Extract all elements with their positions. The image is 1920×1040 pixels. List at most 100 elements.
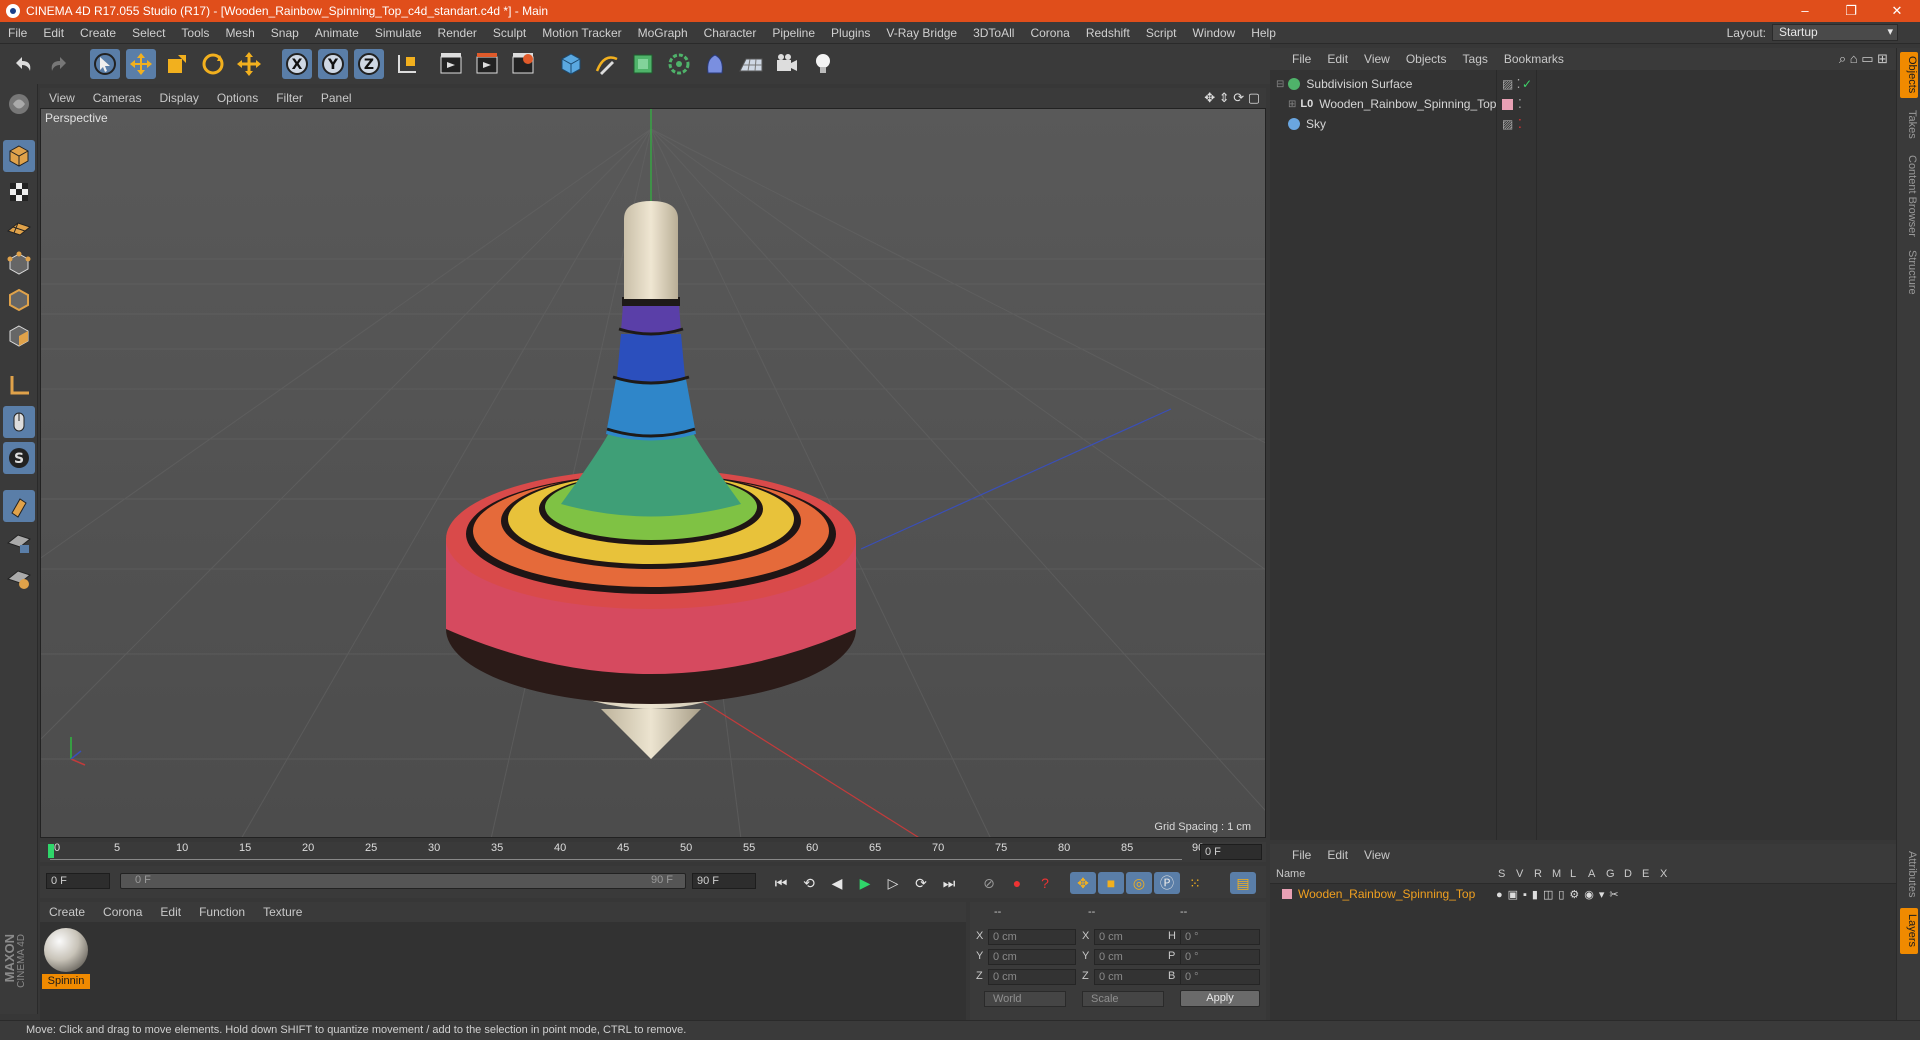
material-menu-corona[interactable]: Corona [94,905,151,919]
z-axis-lock-icon[interactable]: Z [354,49,384,79]
live-selection-icon[interactable] [90,49,120,79]
material-menu-create[interactable]: Create [40,905,94,919]
camera-object-icon[interactable] [772,49,802,79]
menu-pipeline[interactable]: Pipeline [764,26,823,40]
spline-pen-icon[interactable] [592,49,622,79]
viewport-menu-view[interactable]: View [40,91,84,105]
minimize-button[interactable]: – [1782,0,1828,22]
planar-workplane-icon[interactable] [3,562,35,594]
rotation-h-field[interactable]: 0 ° [1180,929,1260,945]
om-menu-file[interactable]: File [1270,52,1319,66]
goto-end-icon[interactable]: ⏭ [936,872,962,894]
coordinate-system-icon[interactable] [392,49,422,79]
cube-object-icon[interactable] [556,49,586,79]
model-mode-icon[interactable] [3,140,35,172]
key-rotation-icon[interactable]: ◎ [1126,872,1152,894]
timeline-window-icon[interactable]: ▤ [1230,872,1256,894]
viewport-menu-panel[interactable]: Panel [312,91,361,105]
tab-layers[interactable]: Layers [1900,908,1918,954]
polygons-mode-icon[interactable] [3,320,35,352]
menu-create[interactable]: Create [72,26,124,40]
om-menu-bookmarks[interactable]: Bookmarks [1496,52,1572,66]
material-preview-swatch[interactable] [44,928,88,972]
points-mode-icon[interactable] [3,248,35,280]
snapping-icon[interactable]: S [3,442,35,474]
tweak-mode-icon[interactable] [3,406,35,438]
close-button[interactable]: ✕ [1874,0,1920,22]
tab-takes[interactable]: Takes [1900,104,1918,144]
menu-tools[interactable]: Tools [173,26,217,40]
magnet-icon[interactable] [3,490,35,522]
visibility-toggle-icon[interactable]: ▨ [1502,117,1513,131]
next-key-icon[interactable]: ⟳ [908,872,934,894]
key-scale-icon[interactable]: ■ [1098,872,1124,894]
viewport-menu-options[interactable]: Options [208,91,267,105]
3d-viewport[interactable]: Perspective Grid Spacing : 1 cm [40,108,1266,838]
menu-redshift[interactable]: Redshift [1078,26,1138,40]
layer-color-swatch[interactable] [1282,889,1292,899]
texture-mode-icon[interactable] [3,176,35,208]
viewport-nav-icons[interactable]: ✥ ⇕ ⟳ ▢ [1204,90,1260,106]
floor-object-icon[interactable] [736,49,766,79]
material-menu-edit[interactable]: Edit [151,905,190,919]
rotation-b-field[interactable]: 0 ° [1180,969,1260,985]
viewport-menu-display[interactable]: Display [150,91,207,105]
position-z-field[interactable]: 0 cm [988,969,1076,985]
deformer-icon[interactable] [700,49,730,79]
menu-snap[interactable]: Snap [263,26,307,40]
menu-select[interactable]: Select [124,26,173,40]
position-x-field[interactable]: 0 cm [988,929,1076,945]
viewport-menu-filter[interactable]: Filter [267,91,312,105]
menu-mesh[interactable]: Mesh [217,26,262,40]
goto-start-icon[interactable]: ⏮ [768,872,794,894]
key-point-level-icon[interactable]: ⁙ [1182,872,1208,894]
key-position-icon[interactable]: ✥ [1070,872,1096,894]
object-name[interactable]: Wooden_Rainbow_Spinning_Top [1319,97,1496,111]
edges-mode-icon[interactable] [3,284,35,316]
material-menu-function[interactable]: Function [190,905,254,919]
object-name[interactable]: Subdivision Surface [1306,77,1412,91]
visibility-dots-icon[interactable]: ⁚ [1518,97,1522,111]
autokeying-icon[interactable]: ? [1032,872,1058,894]
menu-plugins[interactable]: Plugins [823,26,878,40]
menu-vray-bridge[interactable]: V-Ray Bridge [878,26,965,40]
enabled-check-icon[interactable]: ✓ [1522,77,1532,91]
start-frame-field[interactable]: 0 F [46,873,110,889]
render-view-icon[interactable] [436,49,466,79]
object-name[interactable]: Sky [1306,117,1326,131]
size-mode-dropdown[interactable]: Scale [1082,991,1164,1007]
next-frame-icon[interactable]: ▷ [880,872,906,894]
subdivision-surface-icon[interactable] [628,49,658,79]
om-search-home-icons[interactable]: ⌕ ⌂ ▭ ⊞ [1839,51,1888,67]
menu-3dtoall[interactable]: 3DToAll [965,26,1022,40]
key-parameter-icon[interactable]: Ⓟ [1154,872,1180,894]
object-row[interactable]: ⊟ Subdivision Surface ▨ ⁚ ✓ [1270,74,1896,94]
layout-dropdown[interactable]: Startup [1772,24,1898,41]
move-tool-icon[interactable] [126,49,156,79]
menu-corona[interactable]: Corona [1022,26,1077,40]
om-menu-view[interactable]: View [1356,52,1398,66]
scale-tool-icon[interactable] [162,49,192,79]
array-object-icon[interactable] [664,49,694,79]
render-picture-viewer-icon[interactable] [472,49,502,79]
om-menu-edit[interactable]: Edit [1319,52,1356,66]
restore-button[interactable]: ❐ [1828,0,1874,22]
menu-file[interactable]: File [0,26,35,40]
rotation-p-field[interactable]: 0 ° [1180,949,1260,965]
axis-mode-icon[interactable] [3,370,35,402]
tab-attributes[interactable]: Attributes [1900,844,1918,904]
workplane-mode-icon[interactable] [3,212,35,244]
menu-character[interactable]: Character [696,26,765,40]
viewport-menu-cameras[interactable]: Cameras [84,91,151,105]
object-row[interactable]: Sky ▨ ⁚ [1270,114,1896,134]
menu-help[interactable]: Help [1243,26,1284,40]
visibility-dots-icon[interactable]: ⁚ [1518,117,1522,131]
timeline-ruler[interactable]: 0 5 10 15 20 25 30 35 40 45 50 55 60 65 … [40,842,1266,862]
lm-menu-file[interactable]: File [1270,848,1319,862]
redo-icon[interactable] [44,49,74,79]
layer-flag-icons[interactable]: ●▣▪▮◫▯⚙◉▾✂ [1496,888,1624,901]
menu-motion-tracker[interactable]: Motion Tracker [534,26,629,40]
play-icon[interactable]: ▶ [852,872,878,894]
object-row[interactable]: ⊞ L0 Wooden_Rainbow_Spinning_Top ⁚ [1270,94,1896,114]
x-axis-lock-icon[interactable]: X [282,49,312,79]
